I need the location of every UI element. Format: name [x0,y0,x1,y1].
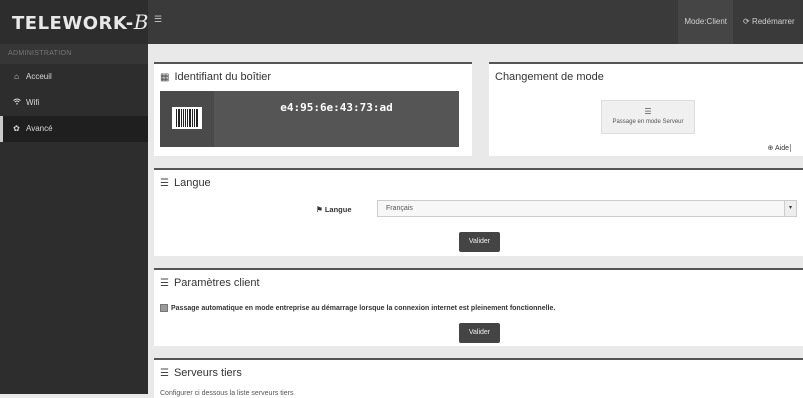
restart-button[interactable]: ⟳ Redémarrer [737,0,803,44]
server-icon: ☰ [160,277,169,289]
mode-status: Mode:Client [678,0,733,44]
sidebar-section-label: ADMINISTRATION [0,44,148,64]
logo-text: TELEWORK- [12,13,134,34]
mode-panel: Changement de mode ☰ Passage en mode Ser… [489,62,803,156]
language-panel-heading: ☰ Langue [154,170,803,196]
language-select[interactable]: Français ▾ [377,200,797,217]
sidebar-item-label: Acceuil [26,72,52,81]
list-icon: ☰ [160,177,169,189]
help-label: Aide [774,145,789,152]
top-bar: ☰ Mode:Client ⟳ Redémarrer [148,0,803,44]
client-submit-button[interactable]: Valider [459,323,500,343]
wifi-icon [12,90,21,116]
sidebar-item-label: Wifi [26,98,40,107]
identifier-panel-heading: ▦ Identifiant du boîtier [154,64,472,90]
server-icon: ☰ [160,367,169,379]
server-mode-button[interactable]: ☰ Passage en mode Serveur [601,100,695,134]
client-panel-heading: ☰ Paramètres client [154,270,803,296]
refresh-icon: ⟳ [743,17,752,26]
barcode-icon [172,107,202,129]
help-link[interactable]: ⊕ Aide [768,144,791,152]
restart-label: Redémarrer [751,17,795,26]
sidebar-item-acceuil[interactable]: ⌂ Acceuil [0,64,148,90]
gear-icon: ✿ [13,124,20,133]
sidebar-item-wifi[interactable]: Wifi [0,90,148,116]
servers-panel-heading: ☰ Serveurs tiers [154,360,803,386]
mode-panel-heading: Changement de mode [489,64,803,90]
sidebar-item-avance[interactable]: ✿ Avancé [0,116,148,142]
panel-title: Identifiant du boîtier [174,71,272,83]
third-party-servers-panel: ☰ Serveurs tiers Configurer ci dessous l… [154,358,803,398]
hamburger-icon[interactable]: ☰ [154,14,162,25]
language-panel: ☰ Langue ⚑ Langue Français ▾ Valider [154,168,803,256]
sidebar: TELEWORK-Box ADMINISTRATION ⌂ Acceuil Wi… [0,0,173,394]
language-submit-button[interactable]: Valider [459,232,500,252]
flag-icon: ⚑ [316,205,323,214]
sidebar-item-label: Avancé [26,124,53,133]
auto-switch-label: Passage automatique en mode entreprise a… [171,304,556,312]
panel-title: Paramètres client [173,277,260,289]
panel-title: Langue [173,177,211,189]
lifebuoy-icon: ⊕ [767,145,774,152]
auto-switch-checkbox[interactable] [160,304,168,312]
chevron-down-icon: ▾ [784,201,796,216]
home-icon: ⌂ [14,72,19,81]
identifier-box: e4:95:6e:43:73:ad [160,91,459,147]
client-settings-panel: ☰ Paramètres client Passage automatique … [154,268,803,346]
language-field-label: ⚑ Langue [316,205,352,214]
language-label-text: Langue [324,205,352,214]
app-logo[interactable]: TELEWORK-Box [0,0,173,44]
qrcode-icon: ▦ [160,71,170,83]
server-icon: ☰ [644,107,652,116]
panel-title: Serveurs tiers [173,367,242,379]
panel-title: Changement de mode [495,71,604,83]
identifier-panel: ▦ Identifiant du boîtier e4:95:6e:43:73:… [154,62,472,156]
language-selected-value: Français [386,205,413,212]
mac-address: e4:95:6e:43:73:ad [280,101,393,114]
server-mode-label: Passage en mode Serveur [612,119,684,125]
auto-switch-option: Passage automatique en mode entreprise a… [160,304,555,312]
